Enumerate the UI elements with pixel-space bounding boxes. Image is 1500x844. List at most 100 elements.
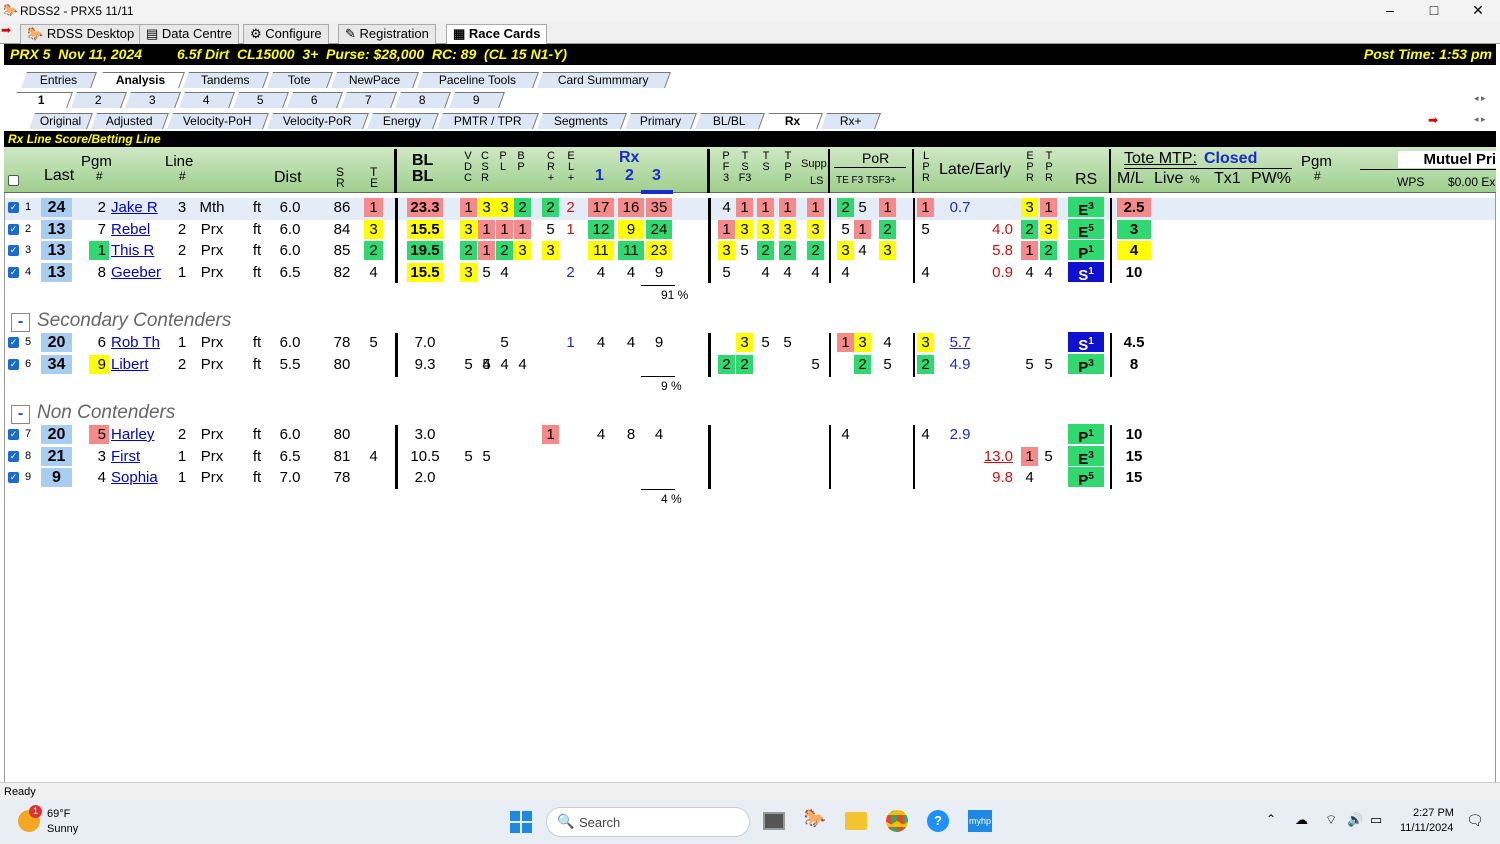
grid-cell [542,333,559,352]
wifi-icon[interactable]: ⌔ [1325,812,1337,828]
start-button[interactable] [510,811,532,833]
grid-cell [514,447,531,466]
rdss-taskbar-icon[interactable]: 🐎 [802,808,828,834]
tab-race-1[interactable]: 1 [11,92,73,108]
horse-name-link[interactable]: Geeber [111,263,169,282]
col-pw: PW% [1251,170,1291,187]
tab-original[interactable]: Original [29,113,93,129]
collapse-button[interactable]: - [11,313,30,332]
grid-cell [837,447,854,466]
col-lpr: L P R [922,150,930,184]
horse-name-link[interactable]: Rebel [111,220,169,239]
help-icon[interactable]: ? [927,810,949,832]
grid-cell: 15 [1125,469,1143,486]
collapse-button[interactable]: - [11,405,30,424]
battery-icon[interactable]: ▭ [1370,812,1382,828]
tab-race-5[interactable]: 5 [233,92,289,108]
grid-cell [588,447,614,466]
grid-cell: 3 [478,198,495,217]
tab-race-cards[interactable]: ▦ Race Cards [446,24,548,44]
file-explorer-icon[interactable] [845,812,867,830]
tab-race-9[interactable]: 9 [449,92,505,108]
tab-race-4[interactable]: 4 [179,92,235,108]
row-checkbox[interactable]: ✓ [8,224,19,235]
tab-race-8[interactable]: 8 [395,92,451,108]
tab-race-6[interactable]: 6 [287,92,343,108]
tab-blbl[interactable]: BL/BL [695,113,765,129]
scroll-arrows-icon[interactable]: ◂ ▸ [1474,114,1486,125]
tab-paceline-tools[interactable]: Paceline Tools [417,72,539,88]
tab-analysis[interactable]: Analysis [97,72,185,88]
tab-rx-plus[interactable]: Rx+ [821,113,881,129]
tab-data-centre[interactable]: ▤ Data Centre [139,24,239,44]
tab-newpace[interactable]: NewPace [331,72,419,88]
tab-entries[interactable]: Entries [21,72,97,88]
tab-tandems[interactable]: Tandems [183,72,269,88]
row-checkbox[interactable]: ✓ [8,451,19,462]
grid-cell: 1 [757,198,774,217]
grid-cell: 1 [496,220,513,239]
grid-cell: 2 [97,199,106,216]
cloud-icon[interactable]: ☁ [1295,812,1308,828]
row-checkbox[interactable]: ✓ [8,472,19,483]
grid-cell: 2 [1040,241,1057,260]
horse-name-link[interactable]: Sophia [111,468,169,487]
tab-race-3[interactable]: 3 [125,92,181,108]
row-checkbox[interactable]: ✓ [8,359,19,370]
tab-adjusted[interactable]: Adjusted [91,113,169,129]
row-checkbox[interactable]: ✓ [8,202,19,213]
horse-name-link[interactable]: First [111,447,169,466]
export-icon[interactable]: ➡ [1428,113,1438,127]
grid-cell: 2 [779,241,796,260]
grid-cell [879,468,896,487]
clock-time[interactable]: 2:27 PM [1413,807,1454,819]
close-button[interactable]: ✕ [1456,0,1500,22]
chrome-icon[interactable] [886,810,908,832]
tab-race-2[interactable]: 2 [71,92,127,108]
maximize-button[interactable]: □ [1412,0,1456,22]
row-checkbox[interactable]: ✓ [8,429,19,440]
horse-name-link[interactable]: Libert [111,355,169,374]
tab-card-summary[interactable]: Card Summmary [537,72,671,88]
taskbar-search[interactable]: 🔍 Search [546,807,750,837]
tab-pmtr-tpr[interactable]: PMTR / TPR [437,113,539,129]
grid-cell: Prx [200,242,224,259]
col-por: PoR [862,150,890,166]
row-checkbox[interactable]: ✓ [8,245,19,256]
tab-primary[interactable]: Primary [625,113,697,129]
horse-name-link[interactable]: Rob Th [111,333,169,352]
rs-number: 3 [1088,358,1094,369]
row-checkbox[interactable]: ✓ [8,337,19,348]
divider [1110,333,1112,377]
hp-icon[interactable]: myhp [968,810,992,832]
minimize-button[interactable]: – [1368,0,1412,22]
tab-registration[interactable]: ✎ Registration [338,24,436,44]
horse-name-link[interactable]: This R [111,241,169,260]
chevron-up-icon[interactable]: ⌃ [1266,812,1276,826]
notification-icon[interactable]: 🗨 [1466,812,1484,829]
volume-icon[interactable]: 🔊 [1347,812,1363,828]
select-all-checkbox[interactable] [8,175,19,186]
horse-name-link[interactable]: Harley [111,425,169,444]
tab-rdss-desktop[interactable]: 🐎 RDSS Desktop [20,24,142,44]
tab-energy[interactable]: Energy [367,113,439,129]
tab-configure[interactable]: ⚙ Configure [243,24,329,44]
tab-race-7[interactable]: 7 [341,92,397,108]
grid-cell: 7.0 [414,334,436,351]
tab-segments[interactable]: Segments [537,113,627,129]
grid-cell: 4 [811,264,820,281]
tab-rx[interactable]: Rx [763,113,823,129]
clock-date[interactable]: 11/11/2024 [1400,822,1453,834]
row-checkbox[interactable]: ✓ [8,267,19,278]
grid-cell: 5 [883,356,892,373]
grid-cell: 5 [482,448,491,465]
horse-name-link[interactable]: Jake R [111,198,169,217]
col-ts: T S [762,150,770,173]
grid-cell: 5 [482,356,491,373]
tab-tote[interactable]: Tote [267,72,333,88]
task-view-icon[interactable] [763,812,785,830]
tab-velocity-por[interactable]: Velocity-PoR [267,113,369,129]
tab-velocity-poh[interactable]: Velocity-PoH [167,113,269,129]
scroll-arrows-icon[interactable]: ◂ ▸ [1474,93,1486,104]
running-style-badge: P1 [1068,240,1104,262]
